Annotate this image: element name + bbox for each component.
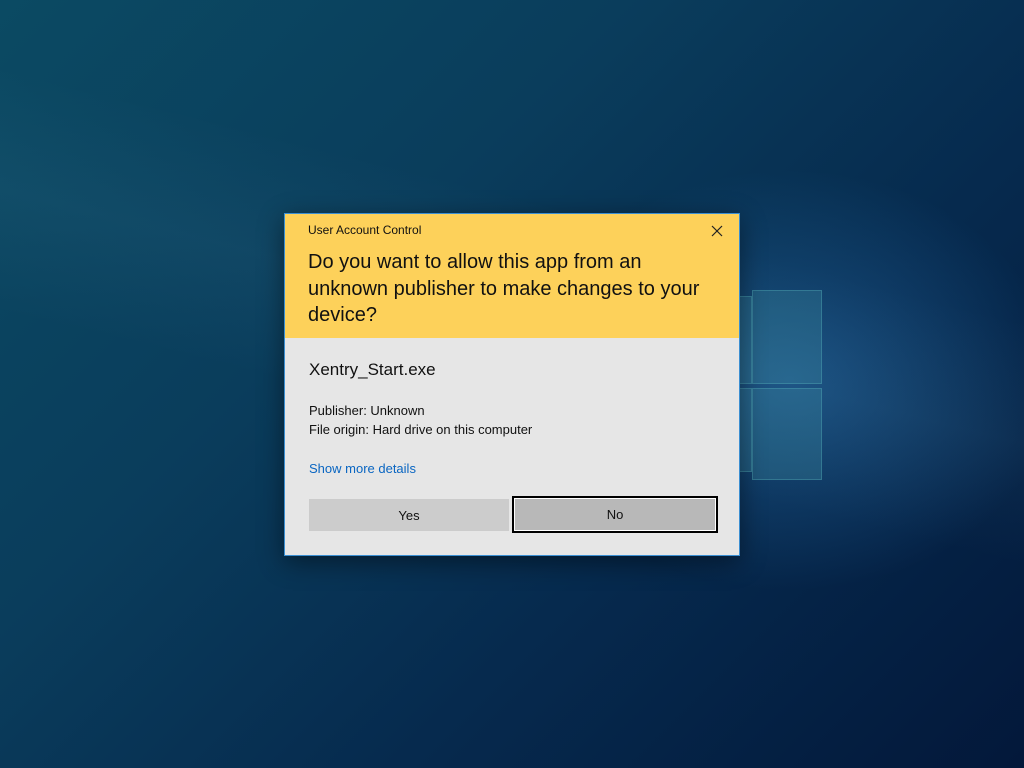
file-origin-info: File origin: Hard drive on this computer bbox=[309, 422, 533, 437]
uac-body: Xentry_Start.exe Publisher: Unknown File… bbox=[285, 338, 739, 555]
dialog-title: User Account Control bbox=[308, 223, 422, 237]
desktop-background: User Account Control Do you want to allo… bbox=[0, 0, 1024, 768]
no-button[interactable]: No bbox=[512, 496, 718, 533]
publisher-info: Publisher: Unknown bbox=[309, 403, 425, 418]
close-button[interactable] bbox=[705, 220, 729, 242]
uac-header: User Account Control Do you want to allo… bbox=[285, 214, 739, 338]
yes-button[interactable]: Yes bbox=[309, 499, 509, 531]
uac-dialog: User Account Control Do you want to allo… bbox=[284, 213, 740, 556]
close-icon bbox=[711, 225, 723, 237]
app-name: Xentry_Start.exe bbox=[309, 360, 436, 379]
show-more-details-link[interactable]: Show more details bbox=[309, 461, 416, 476]
prompt-question: Do you want to allow this app from an un… bbox=[308, 251, 700, 326]
